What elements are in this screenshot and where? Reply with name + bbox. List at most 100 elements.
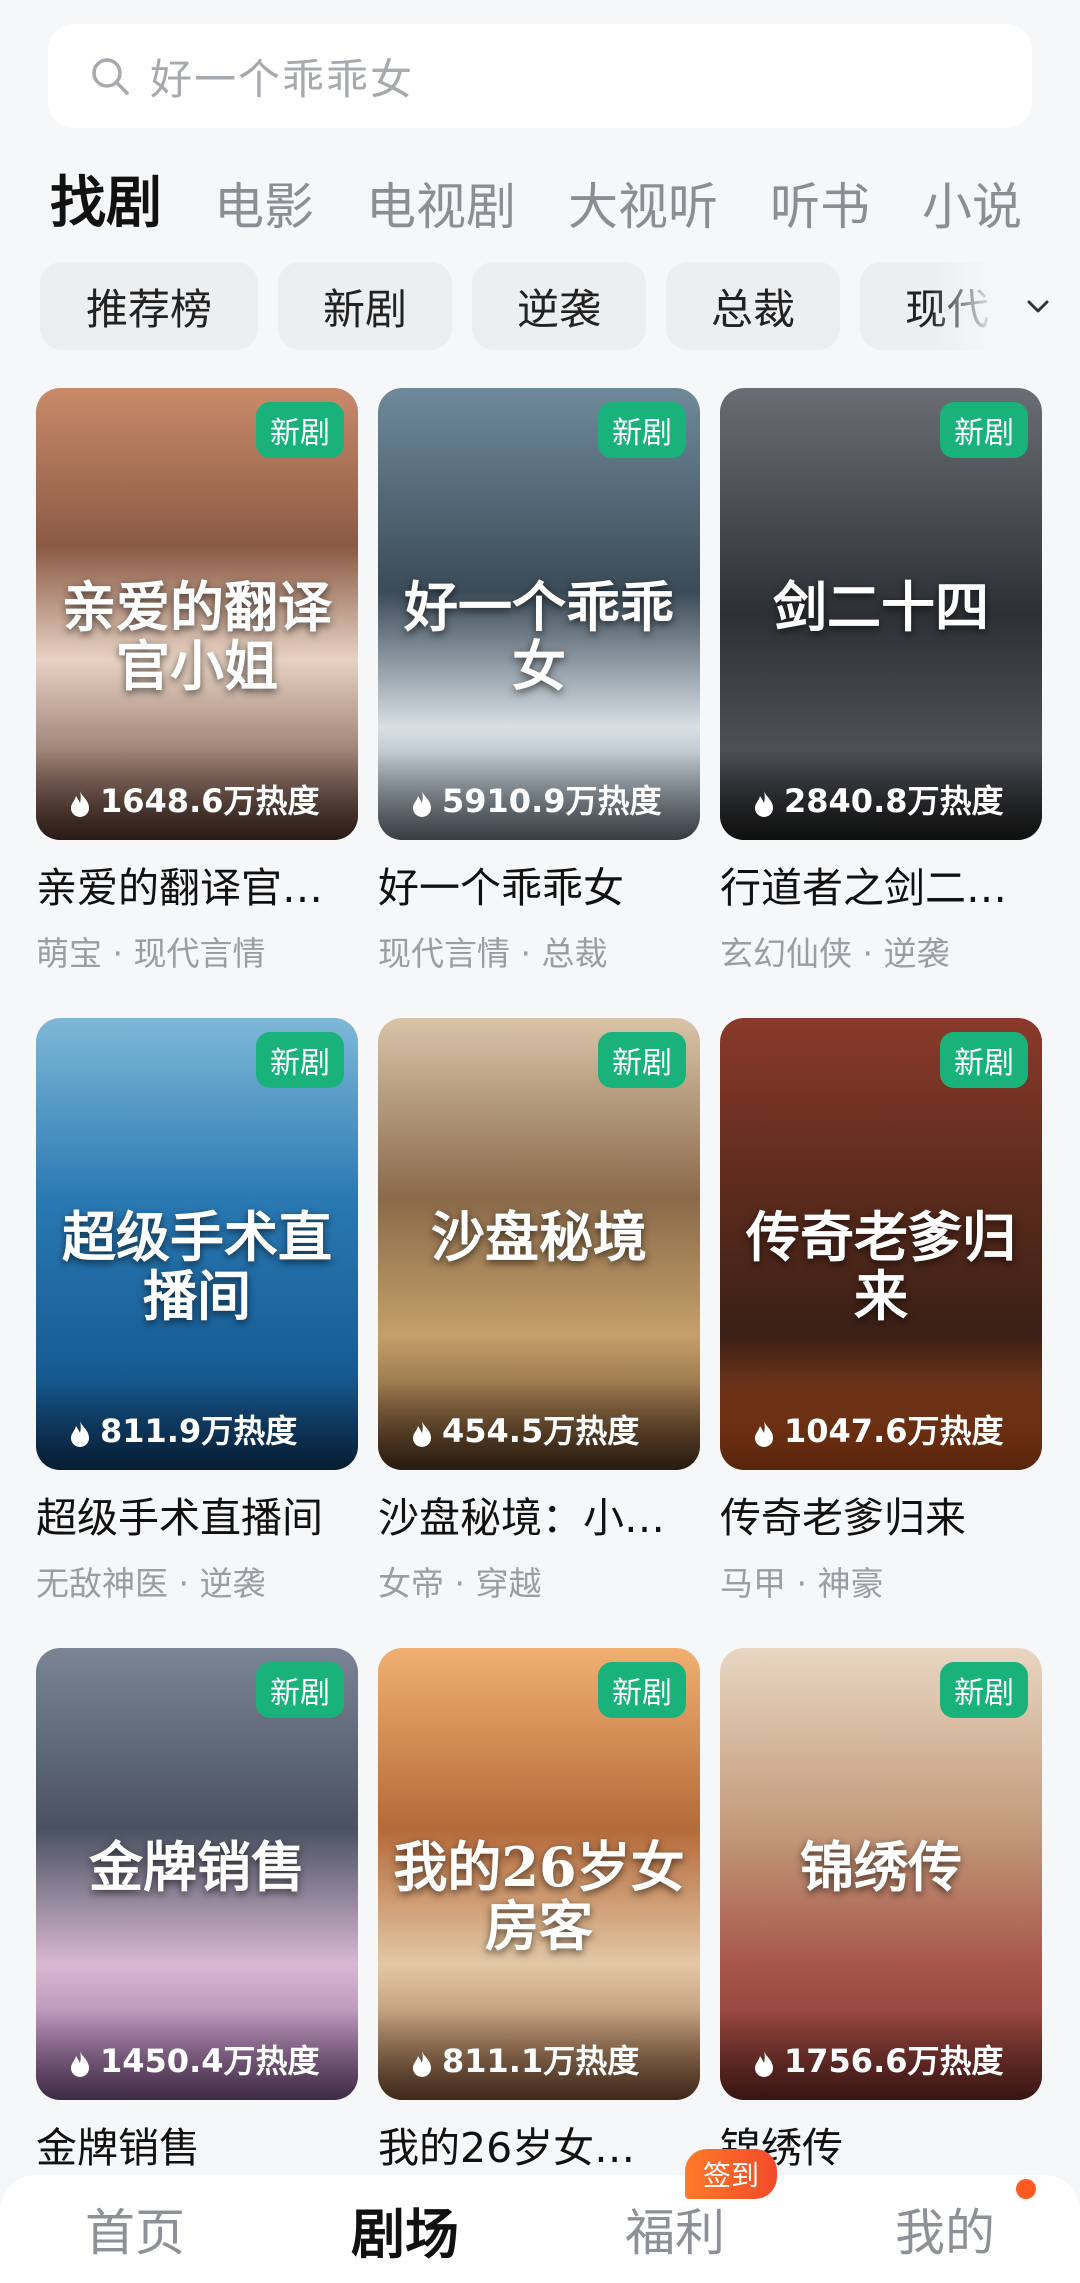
heat-value: 1756.6万热度: [784, 2042, 1004, 2080]
flame-icon: [71, 1421, 89, 1447]
drama-title: 好一个乖乖女: [378, 864, 624, 912]
drama-tags: 女帝 · 穿越: [378, 1564, 542, 1604]
category-tabs: 找剧 电影 电视剧 大视听 听书 小说: [0, 160, 1080, 250]
heat-value: 454.5万热度: [442, 1412, 640, 1450]
chevron-down-icon: [1027, 300, 1049, 313]
poster-image: 沙盘秘境 新剧 454.5万热度: [378, 1018, 700, 1470]
flame-icon: [413, 2051, 431, 2077]
heat-overlay: 1756.6万热度: [720, 2010, 1042, 2100]
drama-tags: 萌宝 · 现代言情: [36, 934, 266, 974]
drama-card[interactable]: 剑二十四 新剧 2840.8万热度 行道者之剑二… 玄幻仙侠 · 逆袭: [720, 388, 1042, 1018]
checkin-badge: 签到: [685, 2149, 777, 2199]
new-badge: 新剧: [598, 402, 686, 458]
poster-title-art: 好一个乖乖女: [404, 574, 674, 699]
new-badge: 新剧: [940, 1032, 1028, 1088]
drama-card[interactable]: 超级手术直播间 新剧 811.9万热度 超级手术直播间 无敌神医 · 逆袭: [36, 1018, 358, 1648]
notification-dot: [1016, 2179, 1036, 2199]
chip-comeback[interactable]: 逆袭: [472, 262, 646, 350]
new-badge: 新剧: [940, 1662, 1028, 1718]
poster-title-art: 锦绣传: [800, 1834, 962, 1899]
new-badge: 新剧: [256, 1032, 344, 1088]
drama-tags: 马甲 · 神豪: [720, 1564, 884, 1604]
filter-chips: 推荐榜 新剧 逆袭 总裁 现代: [40, 262, 1080, 350]
poster-title-art: 金牌销售: [89, 1834, 305, 1899]
chips-expand[interactable]: [930, 262, 1080, 350]
poster-title-art: 超级手术直播间: [62, 1204, 332, 1329]
poster-title-art: 沙盘秘境: [431, 1204, 647, 1269]
nav-home[interactable]: 首页: [0, 2193, 270, 2265]
flame-icon: [755, 791, 773, 817]
search-placeholder: 好一个乖乖女: [150, 54, 415, 104]
heat-overlay: 5910.9万热度: [378, 750, 700, 840]
poster-title-art: 剑二十四: [773, 574, 989, 639]
app-root: 好一个乖乖女 找剧 电影 电视剧 大视听 听书 小说 推荐榜 新剧 逆袭 总裁 …: [0, 0, 1080, 2283]
nav-welfare-label: 福利: [625, 2204, 725, 2262]
drama-card[interactable]: 亲爱的翻译官小姐 新剧 1648.6万热度 亲爱的翻译官… 萌宝 · 现代言情: [36, 388, 358, 1018]
flame-icon: [413, 791, 431, 817]
search-bar[interactable]: 好一个乖乖女: [48, 24, 1032, 128]
search-icon: [92, 58, 129, 95]
flame-icon: [755, 2051, 773, 2077]
heat-value: 1648.6万热度: [100, 782, 320, 820]
heat-overlay: 2840.8万热度: [720, 750, 1042, 840]
drama-title: 沙盘秘境：小…: [378, 1494, 665, 1542]
drama-title: 我的26岁女…: [378, 2124, 636, 2172]
heat-overlay: 1450.4万热度: [36, 2010, 358, 2100]
flame-icon: [71, 2051, 89, 2077]
heat-overlay: 1047.6万热度: [720, 1380, 1042, 1470]
heat-overlay: 811.1万热度: [378, 2010, 700, 2100]
flame-icon: [71, 791, 89, 817]
new-badge: 新剧: [940, 402, 1028, 458]
tab-find-drama[interactable]: 找剧: [38, 164, 162, 250]
heat-overlay: 454.5万热度: [378, 1380, 700, 1470]
heat-overlay: 811.9万热度: [36, 1380, 358, 1470]
chip-ceo[interactable]: 总裁: [666, 262, 840, 350]
nav-me[interactable]: 我的: [810, 2179, 1080, 2265]
nav-theater[interactable]: 剧场: [270, 2190, 540, 2269]
drama-title: 超级手术直播间: [36, 1494, 323, 1542]
heat-value: 1450.4万热度: [100, 2042, 320, 2080]
poster-image: 金牌销售 新剧 1450.4万热度: [36, 1648, 358, 2100]
heat-overlay: 1648.6万热度: [36, 750, 358, 840]
nav-me-label: 我的: [895, 2204, 995, 2262]
tab-tv-series[interactable]: 电视剧: [366, 182, 516, 250]
poster-image: 我的26岁女房客 新剧 811.1万热度: [378, 1648, 700, 2100]
flame-icon: [413, 1421, 431, 1447]
new-badge: 新剧: [598, 1662, 686, 1718]
poster-title-art: 传奇老爹归来: [746, 1204, 1016, 1329]
chip-new[interactable]: 新剧: [278, 262, 452, 350]
tab-movie[interactable]: 电影: [214, 182, 314, 250]
poster-title-art: 亲爱的翻译官小姐: [62, 574, 332, 699]
poster-image: 剑二十四 新剧 2840.8万热度: [720, 388, 1042, 840]
new-badge: 新剧: [256, 1662, 344, 1718]
poster-title-art: 我的26岁女房客: [393, 1834, 685, 1959]
drama-title: 传奇老爹归来: [720, 1494, 966, 1542]
tab-novel[interactable]: 小说: [922, 182, 1022, 250]
new-badge: 新剧: [256, 402, 344, 458]
heat-value: 1047.6万热度: [784, 1412, 1004, 1450]
poster-image: 好一个乖乖女 新剧 5910.9万热度: [378, 388, 700, 840]
chip-ranking[interactable]: 推荐榜: [40, 262, 258, 350]
flame-icon: [755, 1421, 773, 1447]
heat-value: 5910.9万热度: [442, 782, 662, 820]
tab-big-audiovisual[interactable]: 大视听: [568, 182, 718, 250]
poster-image: 传奇老爹归来 新剧 1047.6万热度: [720, 1018, 1042, 1470]
heat-value: 811.1万热度: [442, 2042, 640, 2080]
drama-tags: 玄幻仙侠 · 逆袭: [720, 934, 950, 974]
poster-image: 超级手术直播间 新剧 811.9万热度: [36, 1018, 358, 1470]
heat-value: 2840.8万热度: [784, 782, 1004, 820]
drama-title: 行道者之剑二…: [720, 864, 1007, 912]
drama-card[interactable]: 沙盘秘境 新剧 454.5万热度 沙盘秘境：小… 女帝 · 穿越: [378, 1018, 700, 1648]
heat-value: 811.9万热度: [100, 1412, 298, 1450]
bottom-nav: 首页 剧场 福利 签到 我的: [0, 2149, 1080, 2283]
drama-card[interactable]: 好一个乖乖女 新剧 5910.9万热度 好一个乖乖女 现代言情 · 总裁: [378, 388, 700, 1018]
poster-image: 锦绣传 新剧 1756.6万热度: [720, 1648, 1042, 2100]
tab-audiobook[interactable]: 听书: [770, 182, 870, 250]
new-badge: 新剧: [598, 1032, 686, 1088]
poster-image: 亲爱的翻译官小姐 新剧 1648.6万热度: [36, 388, 358, 840]
drama-title: 金牌销售: [36, 2124, 200, 2172]
drama-card[interactable]: 传奇老爹归来 新剧 1047.6万热度 传奇老爹归来 马甲 · 神豪: [720, 1018, 1042, 1648]
drama-tags: 现代言情 · 总裁: [378, 934, 608, 974]
drama-tags: 无敌神医 · 逆袭: [36, 1564, 266, 1604]
nav-welfare[interactable]: 福利 签到: [540, 2149, 810, 2265]
